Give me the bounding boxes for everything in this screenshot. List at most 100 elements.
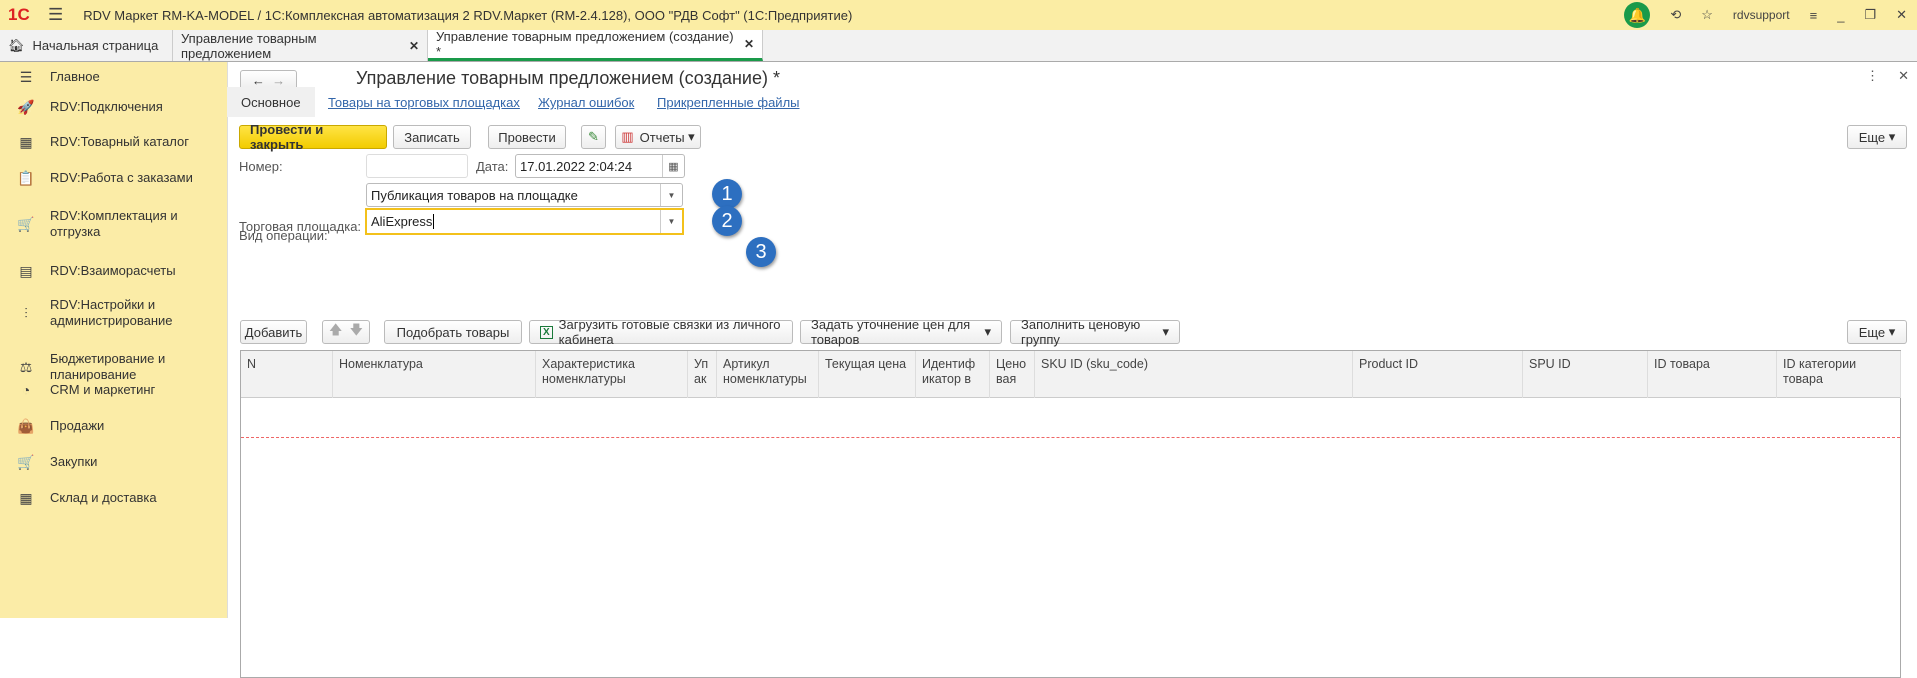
sidebar-item[interactable]: 👜 Продажи bbox=[0, 411, 228, 441]
report-icon: ▥ bbox=[621, 129, 634, 144]
operation-type-select[interactable]: Публикация товаров на площадке ▼ bbox=[366, 183, 683, 207]
post-and-close-button[interactable]: Провести и закрыть bbox=[239, 122, 387, 152]
user-name[interactable]: rdvsupport bbox=[1733, 8, 1790, 22]
set-price-refinement-button[interactable]: Задать уточнение цен для товаров ▾ bbox=[800, 317, 1002, 347]
more-actions-icon[interactable]: ⋮ bbox=[1866, 68, 1879, 84]
callout-badge-3: 3 bbox=[746, 237, 776, 267]
settings-menu-icon[interactable]: ≡ bbox=[1810, 8, 1818, 23]
column-header[interactable]: Артикул номенклатуры bbox=[717, 351, 819, 398]
sidebar-item[interactable]: 📋 RDV:Работа с заказами bbox=[0, 163, 228, 193]
close-form-icon[interactable]: ✕ bbox=[1898, 68, 1909, 84]
close-tab-icon[interactable]: ✕ bbox=[744, 37, 754, 51]
column-header[interactable]: ID товара bbox=[1648, 351, 1777, 398]
column-header[interactable]: Номенклатура bbox=[333, 351, 536, 398]
column-header[interactable]: SPU ID bbox=[1523, 351, 1648, 398]
sidebar: ☰ Главное 🚀 RDV:Подключения ▦ RDV:Товарный ка… bbox=[0, 62, 228, 618]
column-header[interactable]: Уп ак bbox=[688, 351, 717, 398]
date-field[interactable]: 17.01.2022 2:04:24 ▦ bbox=[515, 154, 685, 178]
sidebar-item-label: Главное bbox=[50, 69, 100, 84]
calendar-icon[interactable]: ▦ bbox=[662, 155, 684, 177]
column-header[interactable]: Идентиф икатор в bbox=[916, 351, 990, 398]
section-icon: ▦ bbox=[19, 133, 33, 150]
favorites-star-icon[interactable]: ☆ bbox=[1701, 7, 1713, 23]
sidebar-item-label: CRM и маркетинг bbox=[50, 382, 156, 397]
sidebar-item[interactable]: ▦ RDV:Товарный каталог bbox=[0, 127, 228, 157]
form-area: ← → Управление товарным предложением (со… bbox=[227, 62, 1917, 678]
section-icon: 📋 bbox=[17, 169, 35, 186]
menu-icon[interactable]: ☰ bbox=[48, 5, 63, 25]
table-header: N Номенклатура Характеристика номенклатуры… bbox=[241, 351, 1901, 398]
section-icon: ◔ bbox=[21, 382, 31, 398]
history-icon[interactable]: ⟲ bbox=[1670, 7, 1681, 23]
load-links-button[interactable]: X Загрузить готовые связки из личного каб… bbox=[529, 317, 793, 347]
tab-home[interactable]: 🏠︎ Начальная страница bbox=[0, 30, 173, 61]
subtab-main[interactable]: Основное bbox=[227, 87, 315, 117]
save-button[interactable]: Записать bbox=[393, 125, 471, 149]
more-button[interactable]: Еще ▾ bbox=[1847, 125, 1907, 149]
move-up-down-buttons[interactable]: 🡅 🡇 bbox=[322, 320, 370, 344]
edit-history-button[interactable]: ✎ bbox=[581, 125, 606, 149]
sidebar-item-label: Продажи bbox=[50, 418, 105, 433]
title-bar: 1С ☰ RDV Маркет RM-KA-MODEL / 1С:Комплек… bbox=[0, 0, 1917, 30]
reports-button[interactable]: ▥ Отчеты ▾ bbox=[615, 125, 701, 149]
sidebar-item[interactable]: ▤ RDV:Взаиморасчеты bbox=[0, 256, 228, 286]
section-icon: ▤ bbox=[19, 262, 33, 279]
callout-badge-1: 1 bbox=[712, 179, 742, 209]
subtab-attached-files[interactable]: Прикрепленные файлы bbox=[657, 95, 800, 110]
pencil-clock-icon: ✎ bbox=[588, 129, 599, 144]
back-arrow-icon[interactable]: ← bbox=[252, 73, 265, 88]
tab-offer-list[interactable]: Управление товарным предложением ✕ bbox=[173, 30, 428, 61]
arrow-up-icon[interactable]: 🡅 bbox=[329, 321, 342, 343]
sidebar-item-label: RDV:Товарный каталог bbox=[50, 134, 190, 149]
sidebar-item-label: RDV:Настройки и администрирование bbox=[50, 297, 173, 328]
subtab-marketplace-goods[interactable]: Товары на торговых площадках bbox=[328, 95, 520, 110]
column-header[interactable]: N bbox=[241, 351, 333, 398]
home-icon: 🏠︎ bbox=[8, 37, 25, 53]
section-icon: ⚖ bbox=[19, 358, 33, 375]
post-button[interactable]: Провести bbox=[488, 125, 566, 149]
row-separator bbox=[241, 437, 1900, 438]
goods-table[interactable]: N Номенклатура Характеристика номенклатуры… bbox=[240, 350, 1901, 678]
add-button[interactable]: Добавить bbox=[240, 320, 307, 344]
fill-price-group-button[interactable]: Заполнить ценовую группу ▾ bbox=[1010, 317, 1180, 347]
sidebar-item[interactable]: ☰ Главное bbox=[0, 62, 228, 92]
arrow-down-icon[interactable]: 🡇 bbox=[350, 321, 363, 343]
column-header[interactable]: Текущая цена bbox=[819, 351, 916, 398]
sidebar-item[interactable]: 🚀 RDV:Подключения bbox=[0, 92, 228, 122]
pick-goods-button[interactable]: Подобрать товары bbox=[384, 320, 522, 344]
column-header[interactable]: SKU ID (sku_code) bbox=[1035, 351, 1353, 398]
app-title: RDV Маркет RM-KA-MODEL / 1С:Комплексная … bbox=[83, 7, 853, 23]
marketplace-select[interactable]: AliExpress ▼ bbox=[365, 208, 684, 235]
table-more-button[interactable]: Еще ▾ bbox=[1847, 320, 1907, 344]
number-field[interactable] bbox=[366, 154, 468, 178]
section-icon: ⫶ bbox=[24, 304, 28, 321]
close-window-icon[interactable]: ✕ bbox=[1896, 7, 1907, 23]
sidebar-item[interactable]: ▦ Склад и доставка bbox=[0, 483, 228, 513]
sidebar-item-label: RDV:Подключения bbox=[50, 99, 163, 114]
chevron-down-icon[interactable]: ▼ bbox=[660, 184, 682, 206]
subtab-error-log[interactable]: Журнал ошибок bbox=[538, 95, 634, 110]
section-icon: 🚀 bbox=[17, 98, 35, 115]
chevron-down-icon[interactable]: ▼ bbox=[660, 210, 682, 233]
sidebar-item[interactable]: 🛒 RDV:Комплектация и отгрузка bbox=[0, 202, 228, 246]
column-header[interactable]: Product ID bbox=[1353, 351, 1523, 398]
minimize-icon[interactable]: _ bbox=[1837, 8, 1844, 23]
tab-offer-create[interactable]: Управление товарным предложением (создан… bbox=[428, 29, 763, 61]
section-icon: 🛒 bbox=[17, 215, 35, 232]
restore-icon[interactable]: ❐ bbox=[1864, 7, 1876, 23]
sidebar-item[interactable]: ⫶ RDV:Настройки и администрирование bbox=[0, 291, 228, 335]
sidebar-item[interactable]: ◔ CRM и маркетинг bbox=[0, 375, 228, 405]
close-tab-icon[interactable]: ✕ bbox=[409, 39, 419, 53]
column-header[interactable]: Характеристика номенклатуры bbox=[536, 351, 688, 398]
notifications-bell-icon[interactable]: 🔔 bbox=[1624, 2, 1651, 28]
column-header[interactable]: ID категории товара bbox=[1777, 351, 1901, 398]
tab-bar: 🏠︎ Начальная страница Управление товарным… bbox=[0, 29, 1917, 62]
section-icon: ▦ bbox=[19, 489, 33, 506]
column-header[interactable]: Цено вая bbox=[990, 351, 1035, 398]
sidebar-item-label: Склад и доставка bbox=[50, 490, 157, 505]
forward-arrow-icon[interactable]: → bbox=[272, 73, 285, 88]
callout-badge-2: 2 bbox=[712, 206, 742, 236]
section-icon: 🛒 bbox=[17, 453, 35, 470]
sidebar-item[interactable]: 🛒 Закупки bbox=[0, 447, 228, 477]
page-title: Управление товарным предложением (создан… bbox=[356, 68, 780, 88]
